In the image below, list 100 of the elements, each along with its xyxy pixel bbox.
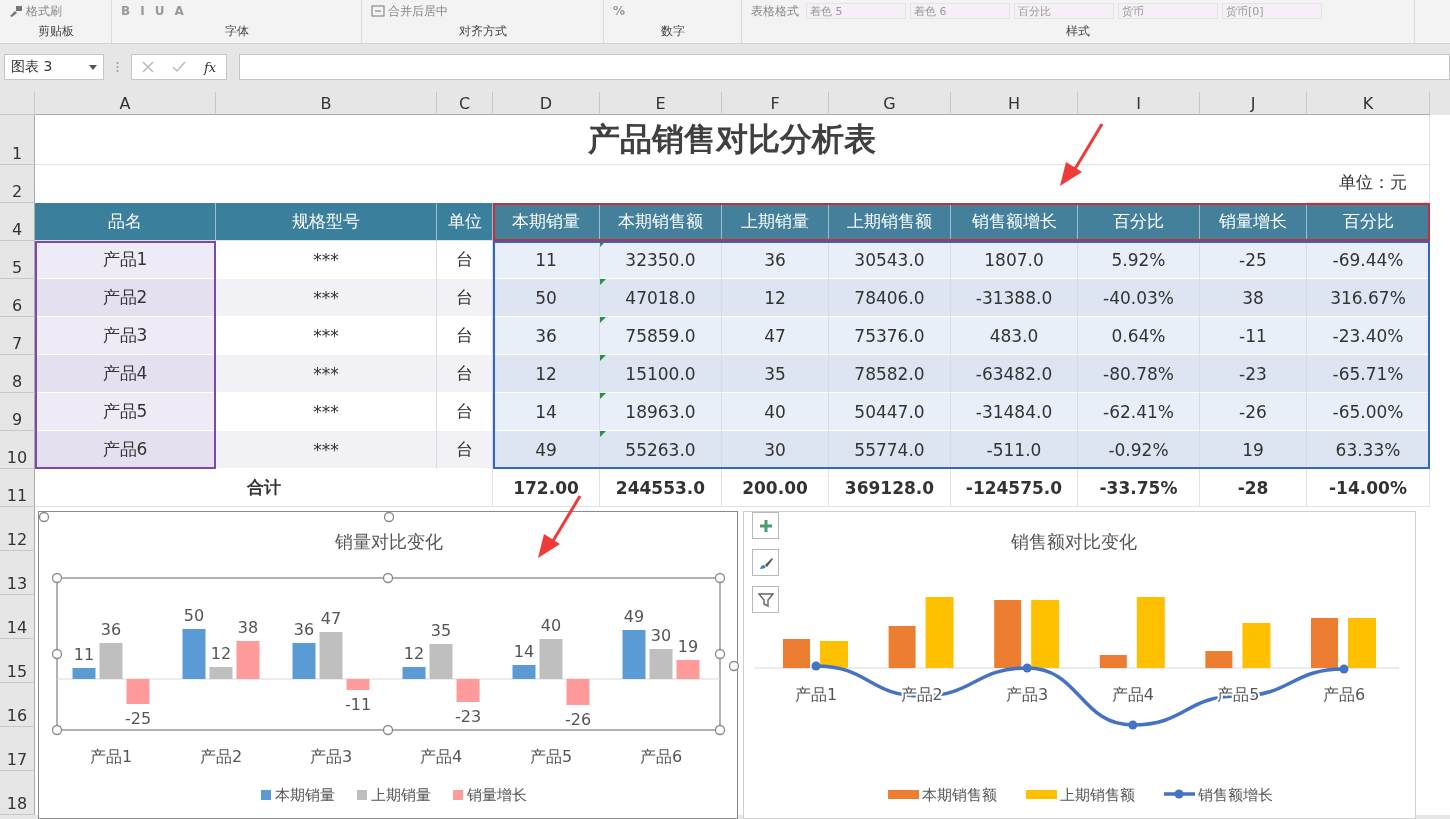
table-cell: -11: [1200, 317, 1307, 355]
resize-handle[interactable]: [714, 572, 726, 584]
resize-handle[interactable]: [51, 572, 63, 584]
axis-label: 产品1: [794, 685, 838, 704]
data-label: 47: [320, 609, 342, 628]
formula-input[interactable]: [239, 54, 1450, 80]
bar: [72, 668, 96, 679]
enter-button[interactable]: [172, 61, 186, 73]
legend-label: 本期销售额: [922, 786, 997, 804]
column-header[interactable]: I: [1078, 92, 1200, 115]
column-header[interactable]: J: [1200, 92, 1307, 115]
chart-filter-button[interactable]: [752, 586, 779, 613]
data-label: 49: [623, 607, 645, 626]
table-cell: 35: [722, 355, 829, 393]
bar: [1099, 655, 1127, 668]
table-cell: 产品4: [35, 355, 216, 393]
column-header[interactable]: B: [216, 92, 437, 115]
total-cell: 172.00: [493, 469, 600, 507]
data-label: 38: [237, 618, 259, 637]
resize-handle[interactable]: [728, 660, 740, 672]
table-cell: 产品3: [35, 317, 216, 355]
table-cell: -65.71%: [1307, 355, 1430, 393]
column-header[interactable]: G: [829, 92, 951, 115]
table-cell: 47018.0: [600, 279, 722, 317]
resize-handle[interactable]: [714, 724, 726, 736]
bar: [402, 667, 426, 679]
table-cell: 78406.0: [829, 279, 951, 317]
insert-function-button[interactable]: fx: [204, 59, 217, 75]
chart-area[interactable]: 销量对比变化 11 50 36 12 14 49 36 12 47 35 40 30 -25 38 -11 -23 -26 19 产品1 产品2 产品3 产品4 产品5 产品6 本期销量 上期销量 销量增长: [38, 511, 738, 819]
resize-handle[interactable]: [382, 572, 394, 584]
chart-elements-button[interactable]: [752, 512, 779, 539]
data-label: 12: [403, 644, 425, 663]
row-header[interactable]: 1: [0, 115, 35, 165]
legend-label: 销量增长: [467, 786, 527, 804]
row-header[interactable]: 7: [0, 317, 35, 355]
column-header[interactable]: E: [600, 92, 722, 115]
column-header[interactable]: D: [493, 92, 600, 115]
column-header[interactable]: K: [1307, 92, 1430, 115]
total-cell: -33.75%: [1078, 469, 1200, 507]
bar: [925, 597, 954, 668]
table-cell: 14: [493, 393, 600, 431]
table-cell: 47: [722, 317, 829, 355]
table-cell: 40: [722, 393, 829, 431]
column-header[interactable]: A: [35, 92, 216, 115]
row-header[interactable]: 4: [0, 203, 35, 241]
row-header[interactable]: 5: [0, 241, 35, 279]
chart-styles-button[interactable]: [752, 549, 779, 576]
resize-handle[interactable]: [382, 724, 394, 736]
row-header[interactable]: 6: [0, 279, 35, 317]
data-label: -26: [564, 710, 592, 729]
bar: [888, 626, 916, 668]
resize-handle[interactable]: [383, 511, 395, 523]
table-cell: 19: [1200, 431, 1307, 469]
bar: [783, 639, 810, 668]
brush-icon: [9, 5, 23, 17]
table-cell: 49: [493, 431, 600, 469]
table-cell: 产品6: [35, 431, 216, 469]
row-header[interactable]: 12: [0, 507, 35, 551]
row-header[interactable]: 9: [0, 393, 35, 431]
column-header[interactable]: H: [951, 92, 1078, 115]
data-label: 12: [210, 644, 232, 663]
name-box[interactable]: 图表 3: [4, 54, 104, 80]
data-label: 14: [513, 642, 535, 661]
table-cell: -80.78%: [1078, 355, 1200, 393]
data-label: 50: [183, 606, 205, 625]
column-header[interactable]: C: [437, 92, 493, 115]
total-label: 合计: [35, 469, 493, 507]
plot-area[interactable]: [56, 577, 721, 731]
table-cell: 316.67%: [1307, 279, 1430, 317]
table-cell: 12: [493, 355, 600, 393]
table-cell: 台: [437, 355, 493, 393]
row-header[interactable]: 16: [0, 683, 35, 727]
data-label: 19: [677, 637, 699, 656]
bar: [539, 639, 563, 679]
legend-swatch: [453, 790, 463, 800]
resize-handle[interactable]: [38, 511, 50, 523]
plus-icon: [758, 518, 773, 533]
name-box-value: 图表 3: [11, 58, 53, 76]
data-label: -25: [124, 709, 152, 728]
row-header[interactable]: 10: [0, 431, 35, 469]
table-cell: -23: [1200, 355, 1307, 393]
row-header[interactable]: 17: [0, 727, 35, 771]
row-header[interactable]: 14: [0, 595, 35, 639]
total-cell: 244553.0: [600, 469, 722, 507]
resize-handle[interactable]: [51, 648, 63, 660]
resize-handle[interactable]: [714, 648, 726, 660]
legend-swatch: [261, 790, 271, 800]
row-header[interactable]: 15: [0, 639, 35, 683]
table-cell: -511.0: [951, 431, 1078, 469]
cancel-button[interactable]: [142, 61, 154, 73]
resize-handle[interactable]: [51, 724, 63, 736]
data-label: 36: [293, 620, 315, 639]
row-header[interactable]: 2: [0, 165, 35, 203]
row-header[interactable]: 8: [0, 355, 35, 393]
row-header[interactable]: 13: [0, 551, 35, 595]
column-header[interactable]: F: [722, 92, 829, 115]
bar: [994, 600, 1022, 668]
row-header[interactable]: 11: [0, 469, 35, 507]
row-header[interactable]: 18: [0, 771, 35, 815]
bar: [99, 643, 123, 679]
